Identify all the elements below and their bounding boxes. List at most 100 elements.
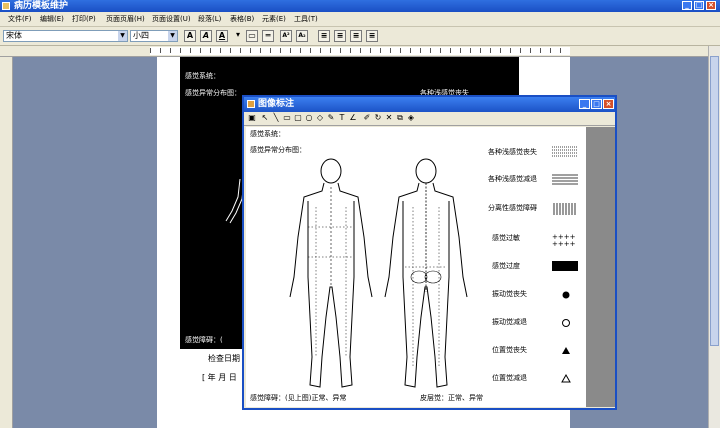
menu-element[interactable]: 元素(E) (262, 14, 286, 24)
delete-icon[interactable]: ✕ (384, 113, 394, 123)
ruler-tick (230, 48, 231, 53)
chevron-down-icon[interactable]: ▼ (168, 31, 177, 41)
superscript-button[interactable]: A² (280, 30, 292, 42)
ruler-tick (500, 48, 501, 53)
legend-symbol-hyperesthesia: ++++++++ (552, 233, 576, 248)
annotation-canvas[interactable]: 感觉系统： 感觉异常分布图： 各种浅感觉丧失 各种浅感觉减退 分离性感觉障碍 感… (246, 127, 586, 407)
scrollbar-thumb[interactable] (710, 56, 719, 346)
font-select[interactable]: 宋体 ▼ (3, 30, 128, 42)
ruler-tick (150, 48, 151, 53)
legend-symbol-position-loss (562, 347, 570, 354)
justify-icon[interactable]: ≡ (366, 30, 378, 42)
format-toolbar: 宋体 ▼ 小四 ▼ A A A ▾ ▭ ═ A² A₂ ≡ ≡ ≡ ≡ (0, 27, 720, 46)
ruler-tick (200, 48, 201, 53)
ruler-tick (440, 48, 441, 53)
color-dropdown-icon[interactable]: ▾ (232, 30, 244, 42)
legend-label-3: 分离性感觉障碍 (488, 204, 537, 212)
chevron-down-icon[interactable]: ▼ (118, 31, 127, 41)
ruler-tick (160, 48, 161, 53)
dialog-maximize-button[interactable]: □ (591, 99, 602, 109)
dialog-titlebar[interactable]: 图像标注 _ □ × (244, 97, 615, 112)
image-disorder-label: 感觉障碍：( (185, 336, 223, 344)
save-icon[interactable]: ▣ (247, 113, 257, 123)
canvas-gutter (586, 127, 615, 407)
line-icon[interactable]: ╲ (271, 113, 281, 123)
menu-tools[interactable]: 工具(T) (294, 14, 318, 24)
legend-symbol-vibration-reduced (562, 319, 570, 327)
ruler-tick (450, 48, 451, 53)
canvas-section-label: 感觉系统： (250, 130, 285, 138)
ruler-tick (390, 48, 391, 53)
italic-button[interactable]: A (200, 30, 212, 42)
ruler-tick (320, 48, 321, 53)
menu-header[interactable]: 页面页眉(H) (106, 14, 145, 24)
svg-text:++++: ++++ (552, 240, 576, 248)
app-icon (2, 2, 10, 10)
canvas-map-label: 感觉异常分布图： (250, 146, 306, 154)
ellipse-icon[interactable]: ○ (304, 113, 314, 123)
menu-edit[interactable]: 编辑(E) (40, 14, 64, 24)
menu-print[interactable]: 打印(P) (72, 14, 96, 24)
dialog-toolbar: ▣ ↖ ╲ ▭ ▢ ○ ◇ ✎ T ∠ ✐ ↻ ✕ ⧉ ◈ (244, 112, 615, 126)
ruler-tick (250, 48, 251, 53)
color-fill-icon[interactable]: ◈ (406, 113, 416, 123)
copy-icon[interactable]: ⧉ (395, 113, 405, 123)
legend-symbols: ++++++++ (552, 146, 578, 383)
line-button[interactable]: ═ (262, 30, 274, 42)
align-left-icon[interactable]: ≡ (318, 30, 330, 42)
minimize-button[interactable]: _ (682, 1, 692, 10)
pen-icon[interactable]: ✎ (326, 113, 336, 123)
ruler-tick (270, 48, 271, 53)
legend-symbol-shallow-reduced (552, 174, 578, 185)
ruler-tick (300, 48, 301, 53)
legend-symbol-vibration-loss (562, 291, 570, 299)
image-annotation-dialog[interactable]: 图像标注 _ □ × ▣ ↖ ╲ ▭ ▢ ○ ◇ ✎ T ∠ ✐ ↻ ✕ ⧉ ◈… (242, 95, 617, 410)
dialog-close-button[interactable]: × (603, 99, 614, 109)
polygon-icon[interactable]: ◇ (315, 113, 325, 123)
legend-label-9: 位置觉减退 (492, 374, 527, 382)
ruler-tick (380, 48, 381, 53)
ruler-tick (180, 48, 181, 53)
size-select[interactable]: 小四 ▼ (130, 30, 178, 42)
underline-button[interactable]: A (216, 30, 228, 42)
menu-page-setup[interactable]: 页面设置(U) (152, 14, 191, 24)
rotate-icon[interactable]: ↻ (373, 113, 383, 123)
rounded-rect-icon[interactable]: ▢ (293, 113, 303, 123)
align-center-icon[interactable]: ≡ (334, 30, 346, 42)
ruler-tick (410, 48, 411, 53)
ruler-tick (330, 48, 331, 53)
subscript-button[interactable]: A₂ (296, 30, 308, 42)
border-button[interactable]: ▭ (246, 30, 258, 42)
legend-symbol-position-reduced (561, 373, 571, 383)
menu-paragraph[interactable]: 段落(L) (198, 14, 221, 24)
dialog-minimize-button[interactable]: _ (579, 99, 590, 109)
font-select-value: 宋体 (6, 31, 22, 40)
ruler-tick (420, 48, 421, 53)
ruler-tick (260, 48, 261, 53)
vertical-ruler[interactable] (0, 57, 13, 428)
pointer-icon[interactable]: ↖ (260, 113, 270, 123)
legend-label-6: 振动觉丧失 (492, 290, 527, 298)
ruler-tick (170, 48, 171, 53)
menu-bar: 文件(F) 编辑(E) 打印(P) 页面页眉(H) 页面设置(U) 段落(L) … (0, 12, 720, 27)
legend-symbol-dissociated (553, 203, 576, 215)
ruler-tick (530, 48, 531, 53)
maximize-button[interactable]: □ (694, 1, 704, 10)
horizontal-ruler[interactable] (0, 46, 720, 57)
highlighter-icon[interactable]: ✐ (362, 113, 372, 123)
ruler-tick (460, 48, 461, 53)
ruler-tick (360, 48, 361, 53)
align-right-icon[interactable]: ≡ (350, 30, 362, 42)
close-button[interactable]: × (706, 1, 716, 10)
text-icon[interactable]: T (337, 113, 347, 123)
bold-button[interactable]: A (184, 30, 196, 42)
ruler-tick (310, 48, 311, 53)
menu-table[interactable]: 表格(B) (230, 14, 254, 24)
legend-symbol-shallow-loss (552, 146, 578, 157)
menu-file[interactable]: 文件(F) (8, 14, 32, 24)
legend-label-7: 振动觉减退 (492, 318, 527, 326)
ruler-tick (470, 48, 471, 53)
angle-icon[interactable]: ∠ (348, 113, 358, 123)
rectangle-icon[interactable]: ▭ (282, 113, 292, 123)
vertical-scrollbar[interactable] (708, 46, 720, 428)
